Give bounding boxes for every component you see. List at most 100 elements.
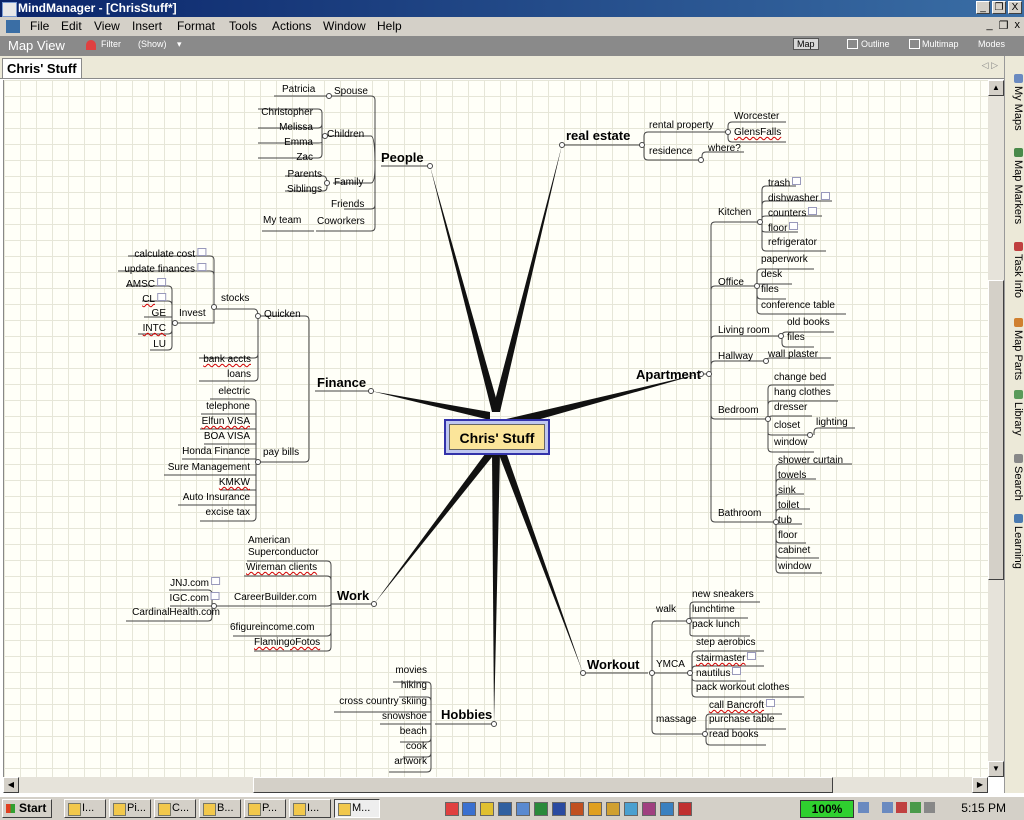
scroll-left-button[interactable]: ◀ — [3, 777, 19, 793]
document-icon[interactable] — [6, 20, 20, 33]
topic-snowshoe[interactable]: snowshoe — [382, 711, 427, 723]
topic-bath-floor[interactable]: floor — [778, 530, 797, 542]
tab-learning[interactable]: Learning — [1006, 514, 1024, 578]
topic-glensfalls[interactable]: GlensFalls — [734, 127, 781, 139]
task-button-3[interactable]: C... — [154, 799, 196, 818]
topic-stairmaster[interactable]: stairmaster — [696, 652, 757, 665]
zoom-level-indicator[interactable]: 100% — [800, 800, 854, 818]
task-button-1[interactable]: I... — [64, 799, 106, 818]
modes-button[interactable]: Modes — [978, 39, 1005, 49]
topic-hiking[interactable]: hiking — [401, 680, 427, 692]
topic-hobbies[interactable]: Hobbies — [441, 707, 492, 722]
topic-cabinet[interactable]: cabinet — [778, 545, 810, 557]
topic-floor[interactable]: floor — [768, 222, 799, 235]
topic-auto-insurance[interactable]: Auto Insurance — [183, 492, 250, 504]
document-tab[interactable]: Chris' Stuff — [2, 58, 82, 78]
topic-artwork[interactable]: artwork — [394, 756, 427, 768]
topic-wireman-clients[interactable]: Wireman clients — [246, 562, 317, 574]
topic-american[interactable]: American — [248, 535, 290, 547]
tab-my-maps[interactable]: My Maps — [1006, 74, 1024, 144]
topic-amsc[interactable]: AMSC — [126, 278, 166, 291]
topic-loans[interactable]: loans — [227, 369, 251, 381]
note-icon[interactable] — [789, 222, 799, 230]
topic-zac[interactable]: Zac — [296, 152, 313, 164]
topic-rental-property[interactable]: rental property — [649, 120, 713, 132]
tab-task-info[interactable]: Task Info — [1006, 242, 1024, 314]
topic-residence[interactable]: residence — [649, 146, 692, 158]
topic-movies[interactable]: movies — [395, 665, 427, 677]
horizontal-scrollbar[interactable]: ◀ ▶ — [3, 777, 988, 793]
topic-where[interactable]: where? — [708, 143, 741, 155]
chart-tool-icon[interactable] — [642, 802, 656, 816]
topic-shower-curtain[interactable]: shower curtain — [778, 455, 843, 467]
tab-map-markers[interactable]: Map Markers — [1006, 148, 1024, 238]
note-icon[interactable] — [808, 207, 818, 215]
topic-bedroom[interactable]: Bedroom — [718, 405, 759, 417]
powerpoint-icon[interactable] — [570, 802, 584, 816]
topic-parents[interactable]: Parents — [288, 169, 322, 181]
maximize-button[interactable]: ❐ — [992, 1, 1006, 14]
topic-boa-visa[interactable]: BOA VISA — [204, 431, 250, 443]
topic-pack-workout-clothes[interactable]: pack workout clothes — [696, 682, 789, 694]
menu-view[interactable]: View — [94, 19, 120, 33]
topic-dresser[interactable]: dresser — [774, 402, 807, 414]
topic-cl[interactable]: CL — [142, 293, 166, 306]
map-canvas[interactable]: Chris' Stuff People Spouse Patricia Chil… — [3, 80, 989, 777]
scroll-down-button[interactable]: ▼ — [988, 761, 1004, 777]
topic-cardinalhealth[interactable]: CardinalHealth.com — [132, 607, 220, 619]
note-icon[interactable] — [197, 248, 206, 256]
topic-call-bancroft[interactable]: call Bancroft — [709, 699, 776, 712]
topic-read-books[interactable]: read books — [709, 729, 758, 741]
topic-counters[interactable]: counters — [768, 207, 818, 220]
vertical-scrollbar[interactable]: ▲ ▼ — [988, 80, 1004, 777]
filter-button[interactable]: Filter — [101, 39, 121, 49]
show-dropdown[interactable]: (Show) — [138, 39, 167, 49]
topic-tub[interactable]: tub — [778, 515, 792, 527]
mdi-close-button[interactable]: x — [1015, 19, 1021, 32]
topic-hallway[interactable]: Hallway — [718, 351, 753, 363]
topic-christopher[interactable]: Christopher — [261, 107, 313, 119]
paint-icon[interactable] — [624, 802, 638, 816]
topic-living-files[interactable]: files — [787, 332, 805, 344]
task-button-6[interactable]: I... — [289, 799, 331, 818]
topic-calculate-cost[interactable]: calculate cost — [134, 248, 206, 261]
topic-friends[interactable]: Friends — [331, 199, 364, 211]
tab-search[interactable]: Search — [1006, 454, 1024, 510]
topic-workout[interactable]: Workout — [587, 657, 639, 672]
topic-walk[interactable]: walk — [656, 604, 676, 616]
topic-new-sneakers[interactable]: new sneakers — [692, 589, 754, 601]
ie-icon[interactable] — [462, 802, 476, 816]
outline-view-button[interactable]: Outline — [861, 39, 890, 49]
topic-emma[interactable]: Emma — [284, 137, 313, 149]
topic-step-aerobics[interactable]: step aerobics — [696, 637, 755, 649]
topic-refrigerator[interactable]: refrigerator — [768, 237, 817, 249]
topic-worcester[interactable]: Worcester — [734, 111, 779, 123]
horizontal-scroll-thumb[interactable] — [253, 777, 833, 793]
topic-electric[interactable]: electric — [218, 386, 250, 398]
topic-trash[interactable]: trash — [768, 177, 802, 190]
app-launcher-icon[interactable] — [678, 802, 692, 816]
note-icon[interactable] — [792, 177, 802, 185]
topic-massage[interactable]: massage — [656, 714, 697, 726]
note-icon[interactable] — [747, 652, 757, 660]
topic-update-finances[interactable]: update finances — [124, 263, 206, 276]
acrobat-icon[interactable] — [445, 802, 459, 816]
task-button-5[interactable]: P... — [244, 799, 286, 818]
topic-closet[interactable]: closet — [774, 420, 800, 432]
topic-apartment[interactable]: Apartment — [636, 367, 701, 382]
minimize-button[interactable]: _ — [976, 1, 990, 14]
topic-kmkw[interactable]: KMKW — [219, 477, 250, 489]
topic-intc[interactable]: INTC — [143, 323, 166, 335]
chevron-down-icon[interactable]: ▾ — [177, 39, 182, 50]
note-icon[interactable] — [766, 699, 776, 707]
map-view-button[interactable]: Map — [793, 38, 819, 50]
topic-stocks[interactable]: stocks — [221, 293, 249, 305]
note-icon[interactable] — [211, 577, 220, 585]
topic-desk[interactable]: desk — [761, 269, 782, 281]
topic-patricia[interactable]: Patricia — [282, 84, 315, 96]
menu-window[interactable]: Window — [323, 19, 366, 33]
topic-office-files[interactable]: files — [761, 284, 779, 296]
topic-dishwasher[interactable]: dishwasher — [768, 192, 830, 205]
topic-bath-window[interactable]: window — [778, 561, 811, 573]
topic-my-team[interactable]: My team — [263, 215, 301, 227]
